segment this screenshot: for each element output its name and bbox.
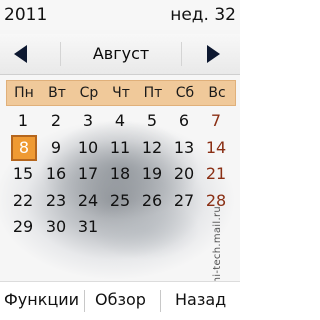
softkey-divider <box>160 290 161 312</box>
calendar-day[interactable]: 26 <box>137 189 167 213</box>
weekday-label: Пт <box>143 85 163 101</box>
view-softkey[interactable]: Обзор <box>95 290 146 309</box>
weekday-label: Вс <box>208 85 226 101</box>
month-title[interactable]: Август <box>60 42 182 66</box>
calendar-day[interactable]: 11 <box>105 136 135 160</box>
calendar-day[interactable]: 6 <box>169 109 199 133</box>
softkey-bar: Функции Обзор Назад <box>0 281 240 320</box>
calendar-day[interactable]: 12 <box>137 136 167 160</box>
calendar-day[interactable]: 5 <box>137 109 167 133</box>
weekday-label: Сб <box>175 85 195 101</box>
calendar-day[interactable]: 29 <box>8 215 38 239</box>
calendar-day[interactable]: 15 <box>8 162 38 186</box>
weekday-label: Ср <box>79 85 99 101</box>
calendar-day[interactable]: 25 <box>105 189 135 213</box>
calendar-day[interactable]: 30 <box>41 215 71 239</box>
calendar-day-today[interactable]: 8 <box>11 135 37 161</box>
calendar-day[interactable]: 4 <box>105 109 135 133</box>
options-softkey[interactable]: Функции <box>4 290 79 309</box>
calendar-screen: 2011 нед. 32 Август Пн Вт Ср Чт Пт Сб Вс… <box>0 0 240 320</box>
calendar-day[interactable]: 17 <box>73 162 103 186</box>
calendar-day[interactable]: 13 <box>169 136 199 160</box>
weekday-header: Пн Вт Ср Чт Пт Сб Вс <box>6 80 236 106</box>
calendar-day[interactable]: 31 <box>73 215 103 239</box>
month-navigation: Август <box>0 34 240 75</box>
weekday-label: Пн <box>14 85 34 101</box>
status-bar: 2011 нед. 32 <box>0 0 240 30</box>
calendar-day[interactable]: 19 <box>137 162 167 186</box>
weekday-label: Вт <box>48 85 66 101</box>
calendar-day[interactable]: 3 <box>73 109 103 133</box>
arrow-left-icon[interactable] <box>14 45 27 63</box>
calendar-day[interactable]: 18 <box>105 162 135 186</box>
calendar-day[interactable]: 27 <box>169 189 199 213</box>
arrow-right-icon[interactable] <box>207 45 220 63</box>
week-number: нед. 32 <box>170 5 236 25</box>
back-softkey[interactable]: Назад <box>175 290 226 309</box>
calendar-day[interactable]: 24 <box>73 189 103 213</box>
calendar-day[interactable]: 22 <box>8 189 38 213</box>
calendar-day[interactable]: 1 <box>8 109 38 133</box>
calendar-day[interactable]: 23 <box>41 189 71 213</box>
softkey-divider <box>84 290 85 312</box>
calendar-day[interactable]: 2 <box>41 109 71 133</box>
year-label: 2011 <box>4 5 48 25</box>
calendar-day[interactable]: 20 <box>169 162 199 186</box>
calendar-day-weekend[interactable]: 7 <box>201 109 231 133</box>
calendar-day[interactable]: 10 <box>73 136 103 160</box>
calendar-day[interactable]: 9 <box>41 136 71 160</box>
weekday-label: Чт <box>112 85 130 101</box>
calendar-day[interactable]: 16 <box>41 162 71 186</box>
calendar-day-weekend[interactable]: 14 <box>201 136 231 160</box>
calendar-day-weekend[interactable]: 21 <box>201 162 231 186</box>
